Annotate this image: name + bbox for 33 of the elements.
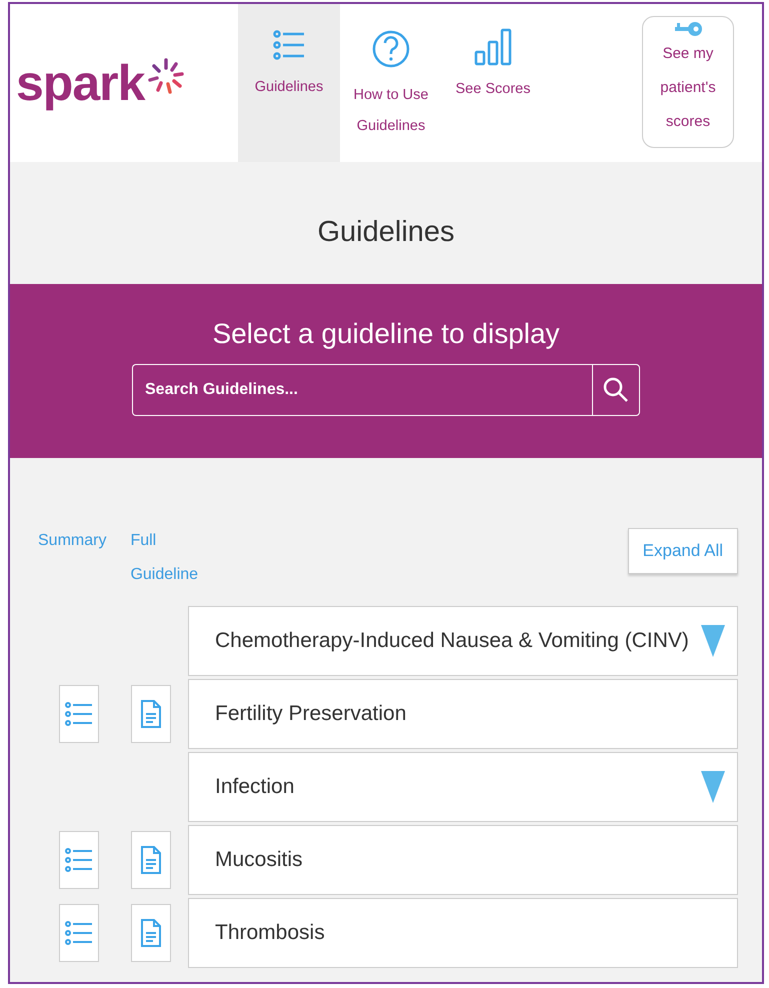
document-icon — [140, 844, 162, 874]
list-icon — [64, 846, 94, 872]
summary-button[interactable] — [59, 830, 99, 888]
page-title: Guidelines — [316, 216, 456, 249]
guideline-item[interactable]: Chemotherapy-Induced Nausea & Vomiting (CINV) — [188, 606, 738, 676]
logo-text: spark — [16, 54, 144, 112]
list-icon — [64, 920, 94, 946]
bar-chart-icon — [474, 26, 512, 66]
guideline-item[interactable]: Fertility Preservation — [188, 678, 738, 748]
summary-button[interactable] — [59, 684, 99, 742]
list-icon — [64, 700, 94, 726]
expand-triangle-icon — [701, 622, 725, 658]
full-guideline-column-heading: Full Guideline — [130, 531, 200, 585]
search-icon — [603, 377, 629, 403]
banner-heading: Select a guideline to display — [212, 318, 560, 350]
starburst-icon — [146, 56, 186, 96]
full-guideline-button[interactable] — [131, 904, 171, 962]
document-icon — [140, 698, 162, 728]
full-guideline-button[interactable] — [131, 684, 171, 742]
summary-button[interactable] — [59, 904, 99, 962]
see-patient-scores-button[interactable]: See my patient's scores — [642, 16, 734, 148]
guideline-item[interactable]: Thrombosis — [188, 898, 738, 968]
search-button[interactable] — [592, 364, 640, 416]
summary-column-heading: Summary — [38, 531, 106, 551]
guideline-item[interactable]: Infection — [188, 752, 738, 822]
guideline-item[interactable]: Mucositis — [188, 824, 738, 894]
document-icon — [140, 918, 162, 948]
spark-logo[interactable]: spark — [10, 4, 238, 162]
nav-tab[interactable]: Guidelines — [238, 4, 340, 162]
search-field[interactable]: Search Guidelines... — [132, 364, 592, 416]
expand-triangle-icon — [701, 768, 725, 804]
key-icon — [673, 21, 703, 37]
full-guideline-button[interactable] — [131, 830, 171, 888]
